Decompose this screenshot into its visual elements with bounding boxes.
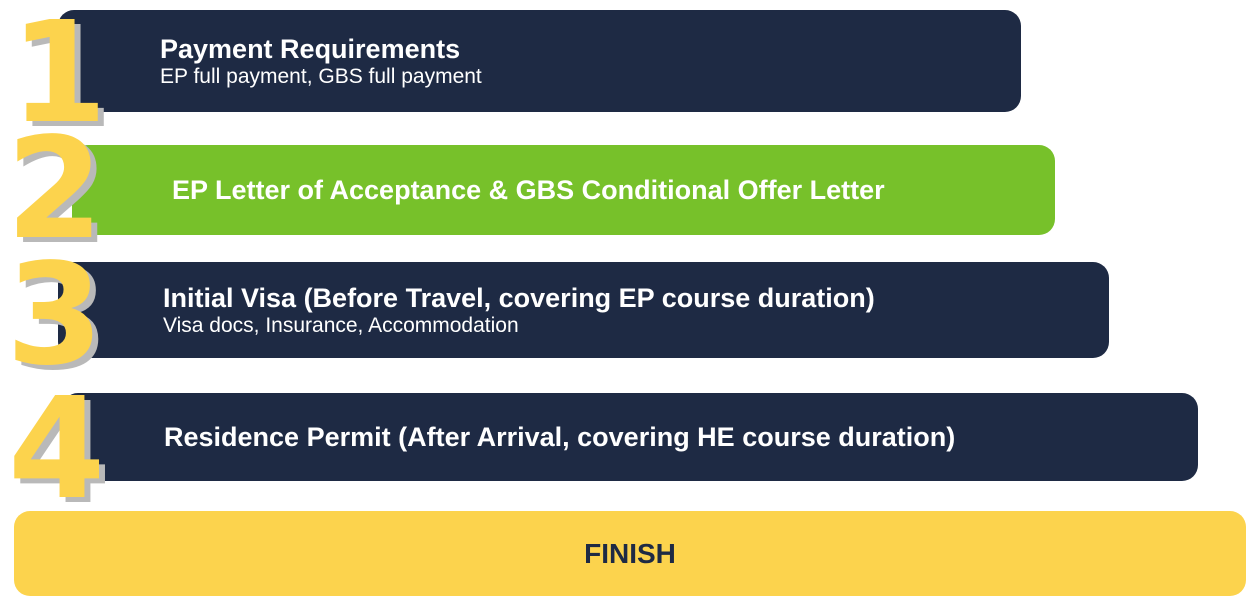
step-1-subtitle: EP full payment, GBS full payment bbox=[160, 64, 482, 88]
step-3-title: Initial Visa (Before Travel, covering EP… bbox=[163, 282, 875, 313]
finish-bar: FINISH bbox=[14, 511, 1246, 596]
step-4-bar: Residence Permit (After Arrival, coverin… bbox=[62, 393, 1198, 481]
step-1-bar: Payment Requirements EP full payment, GB… bbox=[58, 10, 1021, 112]
step-2-title: EP Letter of Acceptance & GBS Conditiona… bbox=[172, 174, 885, 205]
step-4-number: 4 bbox=[8, 368, 105, 531]
step-3-subtitle: Visa docs, Insurance, Accommodation bbox=[163, 313, 519, 337]
step-4-title: Residence Permit (After Arrival, coverin… bbox=[164, 421, 956, 452]
step-1-title: Payment Requirements bbox=[160, 33, 461, 64]
step-2-bar: EP Letter of Acceptance & GBS Conditiona… bbox=[72, 145, 1055, 235]
step-3-bar: Initial Visa (Before Travel, covering EP… bbox=[58, 262, 1109, 358]
step-3-number: 3 bbox=[6, 234, 103, 397]
finish-label: FINISH bbox=[584, 538, 676, 569]
